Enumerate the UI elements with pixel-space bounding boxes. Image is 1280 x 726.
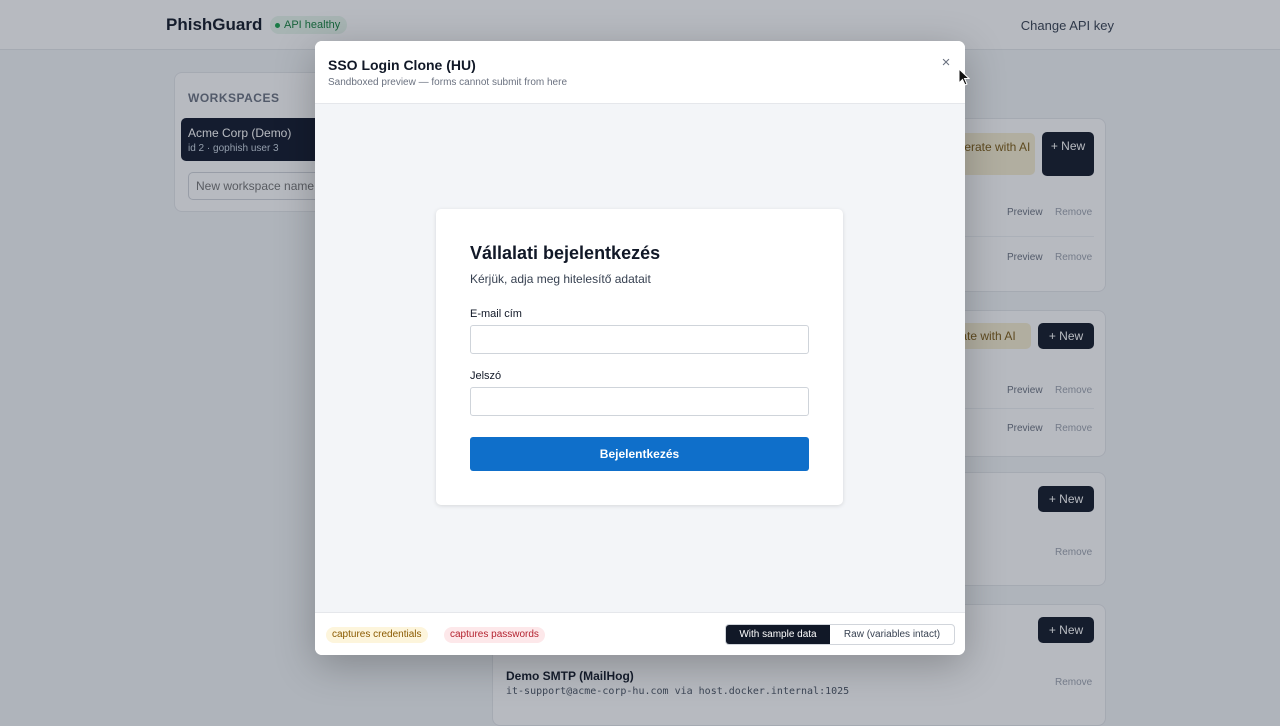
view-mode-toggle: With sample data Raw (variables intact) — [725, 624, 955, 645]
password-label: Jelszó — [470, 370, 502, 382]
sandboxed-preview-frame: Vállalati bejelentkezés Kérjük, adja meg… — [315, 104, 965, 612]
modal-header: SSO Login Clone (HU) Sandboxed preview —… — [315, 41, 965, 104]
password-field[interactable] — [470, 387, 809, 416]
sample-data-toggle[interactable]: With sample data — [726, 625, 830, 644]
captures-passwords-badge: captures passwords — [444, 627, 545, 643]
login-submit-button[interactable]: Bejelentkezés — [470, 437, 809, 471]
modal-subtitle: Sandboxed preview — forms cannot submit … — [328, 77, 567, 88]
mouse-cursor-icon — [958, 68, 970, 86]
modal-title: SSO Login Clone (HU) — [328, 57, 476, 73]
login-heading: Vállalati bejelentkezés — [470, 243, 661, 263]
login-subheading: Kérjük, adja meg hitelesítő adatait — [470, 272, 651, 286]
raw-variables-toggle[interactable]: Raw (variables intact) — [830, 625, 954, 644]
email-label: E-mail cím — [470, 308, 522, 320]
preview-modal: SSO Login Clone (HU) Sandboxed preview —… — [315, 41, 965, 655]
captures-credentials-badge: captures credentials — [326, 627, 428, 643]
email-field[interactable] — [470, 325, 809, 354]
login-form-card: Vállalati bejelentkezés Kérjük, adja meg… — [436, 209, 843, 505]
modal-footer: captures credentials captures passwords … — [315, 612, 965, 655]
close-icon[interactable]: × — [938, 55, 954, 71]
